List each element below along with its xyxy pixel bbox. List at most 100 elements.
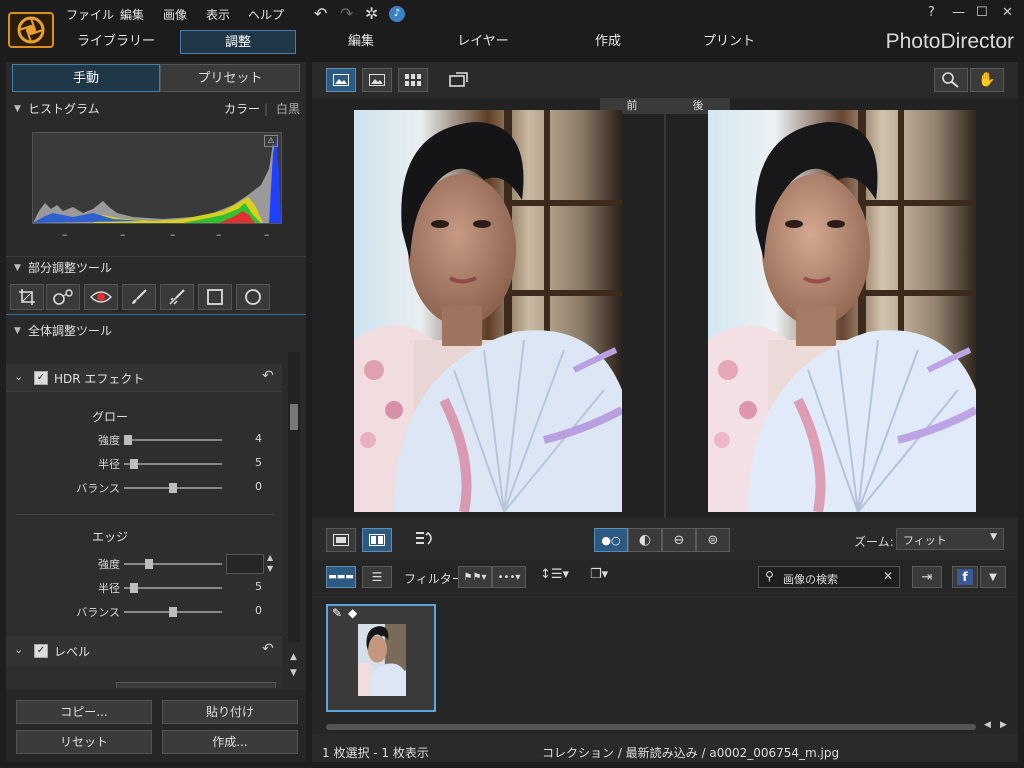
filmstrip-scrollbar[interactable] (326, 724, 976, 730)
notification-bell-icon[interactable]: ♪ (389, 6, 405, 22)
expand-chevron-icon[interactable]: ⌄ (14, 370, 23, 383)
edge-slider[interactable] (124, 587, 222, 589)
menu-view[interactable]: 表示 (206, 6, 230, 23)
level-enable-checkbox[interactable]: ✓ (34, 644, 48, 658)
split-horizontal-button[interactable]: ⊖ (662, 528, 696, 552)
spinner-up-icon[interactable]: ▲ (267, 553, 273, 562)
glow-slider[interactable] (124, 463, 222, 465)
stack-icon[interactable]: ❐▾ (590, 567, 608, 582)
facebook-share-button[interactable]: f (952, 566, 978, 588)
strip-view-button[interactable]: ▬▬▬ (326, 566, 356, 588)
more-filter-button[interactable]: •••▾ (492, 566, 526, 588)
side-by-side-button[interactable] (362, 528, 392, 552)
hdr-header[interactable]: ⌄ ✓ HDR エフェクト ↶ (6, 364, 282, 392)
panel-scrollbar[interactable] (288, 352, 300, 642)
hand-tool-button[interactable]: ✋ (970, 68, 1004, 92)
maximize-button[interactable]: ☐ (976, 5, 988, 20)
edge-strength-spinner[interactable]: ▲ ▼ (226, 553, 273, 574)
collapse-triangle-icon[interactable]: ▼ (14, 98, 21, 120)
scroll-down-icon[interactable]: ▼ (290, 668, 297, 678)
settings-gear-icon[interactable]: ✲ (365, 4, 378, 23)
regional-tools-header[interactable]: ▼ 部分調整ツール (6, 256, 306, 278)
flag-icon: ⚑⚑▾ (463, 571, 487, 583)
compare-dot-button[interactable]: ●○ (594, 528, 628, 552)
menu-help[interactable]: ヘルプ (248, 6, 284, 23)
glow-slider[interactable] (124, 439, 222, 441)
zoom-select[interactable]: フィット ▼ (896, 528, 1004, 550)
paste-button[interactable]: 貼り付け (162, 700, 298, 724)
edge-slider-thumb[interactable] (129, 583, 138, 593)
tab-layers[interactable]: レイヤー (440, 30, 526, 54)
spinner-down-icon[interactable]: ▼ (267, 564, 273, 573)
swap-compare-icon[interactable] (414, 530, 436, 551)
scroll-right-icon[interactable]: ▶ (1000, 720, 1007, 730)
tab-manual[interactable]: 手動 (12, 64, 160, 92)
share-dropdown-button[interactable]: ▼ (980, 566, 1006, 588)
gradient-brush-button[interactable] (160, 284, 194, 310)
redo-icon[interactable]: ↷ (340, 4, 353, 23)
grid-view-button[interactable] (398, 68, 428, 92)
glow-slider-thumb[interactable] (169, 483, 177, 493)
split-vertical-button[interactable]: ⊜ (696, 528, 730, 552)
reset-button[interactable]: リセット (16, 730, 152, 754)
spot-removal-button[interactable] (46, 284, 80, 310)
red-eye-button[interactable] (84, 284, 118, 310)
edge-slider-thumb[interactable] (169, 607, 177, 617)
radial-mask-button[interactable] (236, 284, 270, 310)
scrollbar-thumb[interactable] (290, 404, 298, 430)
export-button[interactable]: ⇥ (912, 566, 942, 588)
single-preview-button[interactable] (326, 528, 356, 552)
clear-search-icon[interactable]: ✕ (883, 569, 893, 583)
before-photo[interactable] (354, 110, 622, 512)
compare-view-button[interactable] (362, 68, 392, 92)
gradient-mask-button[interactable] (198, 284, 232, 310)
scroll-left-icon[interactable]: ◀ (984, 720, 991, 730)
close-button[interactable]: ✕ (1002, 5, 1013, 20)
copy-button[interactable]: コピー... (16, 700, 152, 724)
tab-presets[interactable]: プリセット (160, 64, 300, 92)
menu-image[interactable]: 画像 (163, 6, 187, 23)
single-view-button[interactable] (326, 68, 356, 92)
collapse-triangle-icon[interactable]: ▼ (14, 320, 21, 342)
search-input[interactable]: 画像の検索 (783, 571, 838, 587)
crop-tool-button[interactable] (10, 284, 44, 310)
split-half-button[interactable]: ◐ (628, 528, 662, 552)
glow-slider-thumb[interactable] (129, 459, 138, 469)
undo-icon[interactable]: ↶ (314, 4, 327, 23)
histogram-color-toggle[interactable]: カラー (224, 98, 260, 120)
histogram-bw-toggle[interactable]: 白黒 (276, 98, 300, 120)
tab-edit[interactable]: 編集 (318, 30, 404, 54)
tab-print[interactable]: プリント (686, 30, 772, 54)
hdr-enable-checkbox[interactable]: ✓ (34, 371, 48, 385)
level-header[interactable]: ⌄ ✓ レベル ↶ (6, 636, 282, 666)
rotate-view-icon[interactable] (448, 70, 470, 91)
menu-edit[interactable]: 編集 (120, 6, 144, 23)
tab-create[interactable]: 作成 (565, 30, 651, 54)
brush-button[interactable] (122, 284, 156, 310)
list-view-button[interactable]: ☰ (362, 566, 392, 588)
minimize-button[interactable]: — (952, 5, 965, 20)
edge-slider-thumb[interactable] (144, 559, 153, 569)
tab-library[interactable]: ライブラリー (68, 30, 164, 54)
expand-chevron-icon[interactable]: ⌄ (14, 643, 23, 656)
help-button[interactable]: ? (928, 5, 935, 20)
zoom-tool-button[interactable] (934, 68, 968, 92)
collapse-triangle-icon[interactable]: ▼ (14, 257, 21, 279)
after-photo[interactable] (708, 110, 976, 512)
flag-filter-button[interactable]: ⚑⚑▾ (458, 566, 492, 588)
sort-icon[interactable]: ↕☰▾ (540, 567, 569, 582)
reset-arrow-icon[interactable]: ↶ (262, 641, 274, 657)
glow-label: 強度 (98, 434, 120, 447)
global-tools-header[interactable]: ▼ 全体調整ツール (6, 320, 306, 342)
reset-arrow-icon[interactable]: ↶ (262, 368, 274, 384)
tab-adjust[interactable]: 調整 (180, 30, 296, 54)
glow-slider-thumb[interactable] (123, 435, 132, 445)
scroll-up-icon[interactable]: ▲ (290, 652, 297, 662)
thumbnail-card[interactable]: ✎ ◆ (326, 604, 436, 712)
edge-slider[interactable] (124, 563, 222, 565)
histogram-header[interactable]: ▼ ヒストグラム カラー | 白黒 (6, 98, 306, 120)
create-preset-button[interactable]: 作成... (162, 730, 298, 754)
search-box[interactable]: ⚲ 画像の検索 ✕ (758, 566, 900, 588)
menu-file[interactable]: ファイル (66, 6, 114, 23)
clipping-warning-icon[interactable]: ⚠ (264, 135, 278, 147)
